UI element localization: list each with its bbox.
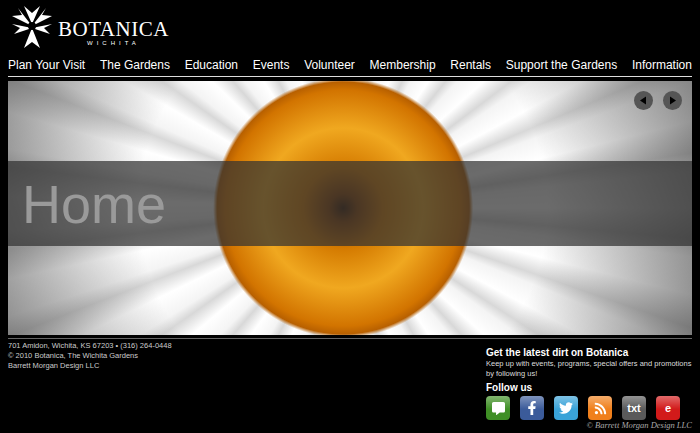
logo[interactable]: BOTANICAWICHITA (10, 4, 169, 50)
address: 701 Amidon, Wichita, KS 67203 • (316) 26… (8, 341, 172, 351)
rss-icon (594, 402, 607, 415)
nav-item[interactable]: Membership (370, 58, 436, 73)
page: BOTANICAWICHITA Plan Your Visit The Garden… (0, 0, 700, 433)
facebook-button[interactable] (520, 396, 544, 420)
hero-slideshow: Home (8, 81, 692, 335)
txt-label: txt (627, 402, 640, 414)
header: BOTANICAWICHITA (0, 0, 700, 56)
nav-item[interactable]: Rentals (450, 58, 491, 73)
nav-item[interactable]: Events (253, 58, 290, 73)
hero-caption: Home (22, 173, 166, 235)
twitter-button[interactable] (554, 396, 578, 420)
credit: Barrett Morgan Design LLC (8, 361, 172, 371)
social-panel: Get the latest dirt on BotanicaKeep up w… (486, 341, 692, 433)
rss-button[interactable] (588, 396, 612, 420)
twitter-icon (559, 401, 573, 415)
footer-info: 701 Amidon, Wichita, KS 67203 • (316) 26… (8, 341, 172, 433)
footer: 701 Amidon, Wichita, KS 67203 • (316) 26… (8, 338, 692, 433)
logo-text: BOTANICAWICHITA (58, 7, 169, 47)
next-button[interactable] (663, 91, 682, 110)
right-arrow-icon (668, 96, 677, 105)
chat-button[interactable] (486, 396, 510, 420)
prev-button[interactable] (634, 91, 653, 110)
social-description: Keep up with events, programs, special o… (486, 359, 692, 379)
nav-item[interactable]: Plan Your Visit (8, 58, 85, 73)
social-icons: txt e (486, 396, 692, 420)
caption-band: Home (8, 161, 692, 246)
nav-item[interactable]: Volunteer (304, 58, 355, 73)
copyright: © 2010 Botanica, The Wichita Gardens (8, 351, 172, 361)
email-button[interactable]: e (656, 396, 680, 420)
left-arrow-icon (639, 96, 648, 105)
facebook-icon (525, 401, 539, 415)
watermark: © Barrett Morgan Design LLC (587, 420, 692, 430)
nav-item[interactable]: Support the Gardens (506, 58, 617, 73)
slide-controls (634, 91, 682, 110)
flower-logo-icon (10, 4, 54, 50)
nav-item[interactable]: The Gardens (100, 58, 170, 73)
txt-button[interactable]: txt (622, 396, 646, 420)
nav-item[interactable]: Information (632, 58, 692, 73)
logo-city: WICHITA (87, 39, 140, 47)
follow-label: Follow us (486, 381, 692, 394)
chat-icon (492, 402, 505, 415)
email-label: e (665, 402, 671, 414)
social-title: Get the latest dirt on Botanica (486, 347, 692, 359)
logo-name: BOTANICA (58, 19, 169, 39)
nav-bar: Plan Your Visit The Gardens Education Event… (8, 56, 692, 77)
nav-item[interactable]: Education (185, 58, 238, 73)
